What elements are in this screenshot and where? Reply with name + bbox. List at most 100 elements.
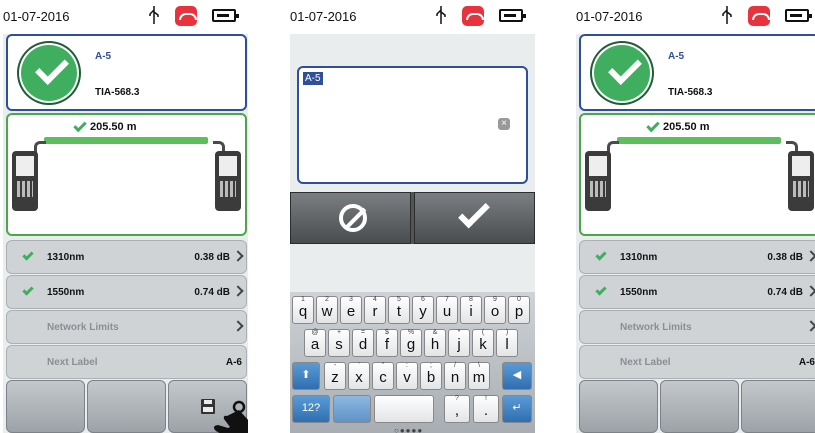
wavelength-label: 1310nm bbox=[620, 252, 658, 263]
key-m[interactable]: \ m bbox=[468, 362, 490, 390]
edit-action-row bbox=[290, 192, 535, 244]
pass-check-icon bbox=[590, 41, 654, 105]
softkey-1[interactable] bbox=[579, 380, 658, 433]
key-l[interactable]: ) l bbox=[496, 329, 518, 357]
chevron-right-icon bbox=[805, 250, 815, 262]
battery-icon bbox=[785, 9, 812, 22]
key-a[interactable]: @ a bbox=[304, 329, 326, 357]
space-key[interactable] bbox=[374, 395, 434, 423]
key-b[interactable]: ; b bbox=[420, 362, 442, 390]
wavelength-label: 1550nm bbox=[620, 287, 658, 298]
mode-key[interactable]: 12? bbox=[292, 395, 330, 423]
key-j[interactable]: * j bbox=[448, 329, 470, 357]
confirm-button[interactable] bbox=[414, 192, 535, 244]
chevron-right-icon bbox=[805, 320, 815, 332]
measurement-row-1550[interactable]: 1550nm 0.74 dB bbox=[579, 275, 815, 309]
link-diagram[interactable]: 205.50 m bbox=[6, 113, 247, 236]
wavelength-label: 1550nm bbox=[47, 287, 85, 298]
key-f[interactable]: $ f bbox=[376, 329, 398, 357]
key-p[interactable]: 0p bbox=[508, 296, 530, 324]
results-screen: 01-07-2016 A-5 TIA-568.3 205.50 m 1310nm… bbox=[3, 0, 248, 433]
link-length: 205.50 m bbox=[90, 121, 137, 133]
link-diagram[interactable]: 205.50 m bbox=[579, 113, 815, 236]
key-k[interactable]: (k bbox=[472, 329, 494, 357]
key-e[interactable]: 3e bbox=[340, 296, 362, 324]
battery-icon bbox=[212, 9, 239, 22]
cable-id-label: A-5 bbox=[95, 51, 112, 62]
phone-icon[interactable] bbox=[748, 6, 770, 26]
phone-icon[interactable] bbox=[175, 6, 197, 26]
key-c[interactable]: " c bbox=[372, 362, 394, 390]
shift-key[interactable]: ⬆ bbox=[292, 362, 320, 390]
next-label-label: Next Label bbox=[47, 357, 98, 368]
key-y[interactable]: 6y bbox=[412, 296, 434, 324]
next-label-row[interactable]: Next Label A-6 bbox=[579, 345, 815, 379]
loss-value: 0.38 dB bbox=[194, 252, 230, 263]
key-s[interactable]: + s bbox=[328, 329, 350, 357]
next-label-row[interactable]: Next Label A-6 bbox=[6, 345, 247, 379]
network-limits-label: Network Limits bbox=[620, 322, 692, 333]
remote-tester-icon bbox=[215, 151, 241, 211]
network-limits-row[interactable]: Network Limits bbox=[579, 310, 815, 344]
key-g[interactable]: % g bbox=[400, 329, 422, 357]
keyboard-layout-icon[interactable] bbox=[333, 395, 371, 423]
key-t[interactable]: 5t bbox=[388, 296, 410, 324]
chevron-right-icon bbox=[805, 285, 815, 297]
status-bar: 01-07-2016 bbox=[3, 0, 248, 34]
result-card[interactable]: A-5 TIA-568.3 bbox=[6, 34, 247, 111]
key-i[interactable]: 8i bbox=[460, 296, 482, 324]
softkey-3[interactable] bbox=[741, 380, 815, 433]
softkey-bar bbox=[576, 380, 815, 433]
period-key[interactable]: !. bbox=[473, 395, 499, 423]
label-text-field[interactable]: A-5 × bbox=[297, 66, 528, 184]
status-bar: 01-07-2016 bbox=[576, 0, 815, 34]
standard-label: TIA-568.3 bbox=[668, 87, 713, 98]
network-limits-label: Network Limits bbox=[47, 322, 119, 333]
loss-value: 0.38 dB bbox=[767, 252, 803, 263]
phone-icon[interactable] bbox=[462, 6, 484, 26]
next-label-value: A-6 bbox=[798, 357, 815, 368]
softkey-2[interactable] bbox=[660, 380, 739, 433]
loss-value: 0.74 dB bbox=[194, 287, 230, 298]
chevron-right-icon bbox=[232, 320, 244, 332]
result-card[interactable]: A-5 TIA-568.3 bbox=[579, 34, 815, 111]
key-v[interactable]: :v bbox=[396, 362, 418, 390]
key-n[interactable]: / n bbox=[444, 362, 466, 390]
link-length: 205.50 m bbox=[663, 121, 710, 133]
edit-label-screen: 01-07-2016 A-5 × 1q 2w 3e 4r 5t 6y 7u 8i… bbox=[290, 0, 535, 433]
softkey-2[interactable] bbox=[87, 380, 166, 433]
usb-icon bbox=[722, 6, 732, 24]
measurement-row-1550[interactable]: 1550nm 0.74 dB bbox=[6, 275, 247, 309]
key-x[interactable]: ' x bbox=[348, 362, 370, 390]
fiber-cable bbox=[617, 137, 781, 144]
wavelength-label: 1310nm bbox=[47, 252, 85, 263]
next-label-label: Next Label bbox=[620, 357, 671, 368]
on-screen-keyboard: 1q 2w 3e 4r 5t 6y 7u 8i 9o 0p @ a + s = d $… bbox=[290, 292, 535, 433]
main-tester-icon bbox=[12, 151, 38, 211]
enter-key[interactable]: ↵ bbox=[502, 395, 532, 423]
pass-check-icon bbox=[17, 41, 81, 105]
key-w[interactable]: 2w bbox=[316, 296, 338, 324]
key-d[interactable]: = d bbox=[352, 329, 374, 357]
comma-key[interactable]: ?, bbox=[444, 395, 470, 423]
key-z[interactable]: -z bbox=[324, 362, 346, 390]
measurement-row-1310[interactable]: 1310nm 0.38 dB bbox=[579, 240, 815, 274]
key-q[interactable]: 1q bbox=[292, 296, 314, 324]
pass-check-icon bbox=[22, 249, 34, 261]
network-limits-row[interactable]: Network Limits bbox=[6, 310, 247, 344]
key-r[interactable]: 4r bbox=[364, 296, 386, 324]
key-o[interactable]: 9o bbox=[484, 296, 506, 324]
chevron-right-icon bbox=[232, 250, 244, 262]
cancel-button[interactable] bbox=[290, 192, 411, 244]
keyboard-page-indicator: ○●●●● bbox=[394, 426, 424, 433]
standard-label: TIA-568.3 bbox=[95, 87, 140, 98]
key-u[interactable]: 7u bbox=[436, 296, 458, 324]
backspace-key[interactable]: ◀ bbox=[502, 362, 532, 390]
status-bar: 01-07-2016 bbox=[290, 0, 535, 34]
cancel-icon bbox=[339, 204, 367, 232]
key-h[interactable]: & h bbox=[424, 329, 446, 357]
clear-icon[interactable]: × bbox=[498, 118, 510, 130]
softkey-1[interactable] bbox=[6, 380, 85, 433]
edit-area: A-5 × bbox=[290, 34, 535, 190]
measurement-row-1310[interactable]: 1310nm 0.38 dB bbox=[6, 240, 247, 274]
